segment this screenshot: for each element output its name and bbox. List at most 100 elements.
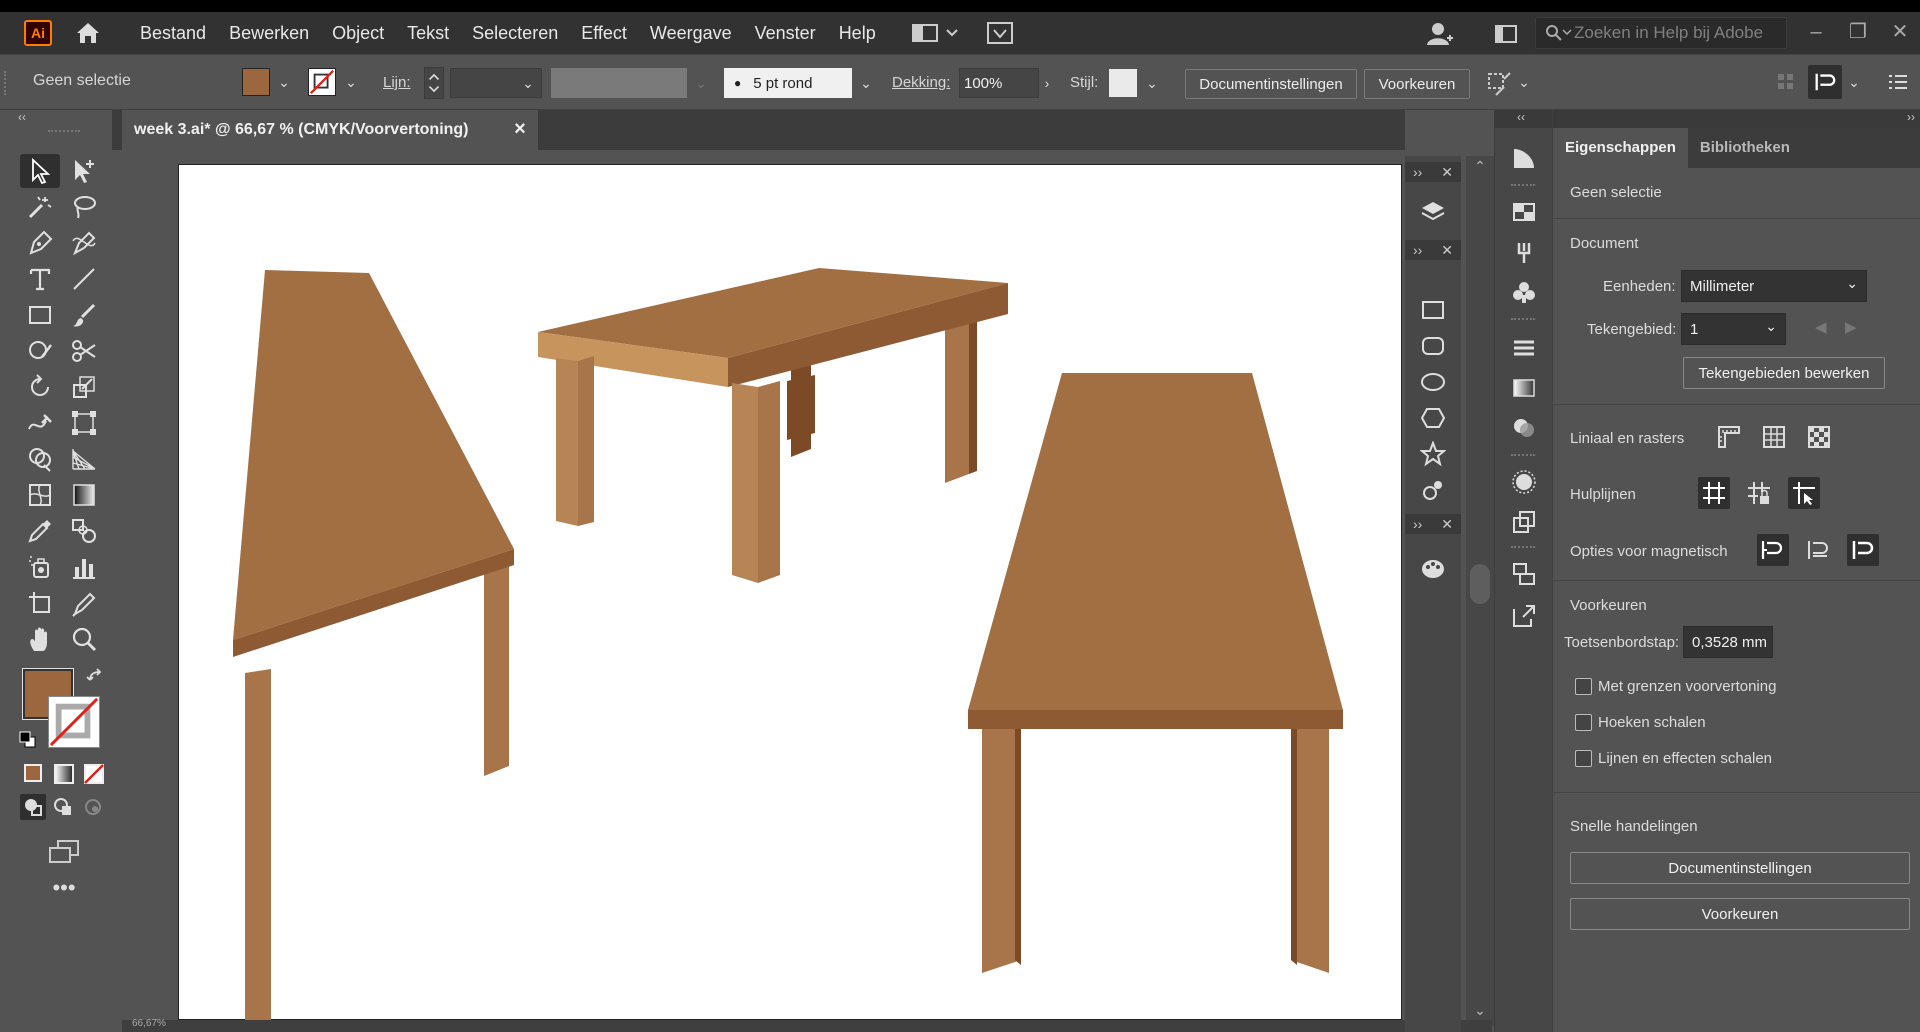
column-graph-tool[interactable] <box>64 550 104 584</box>
layers-panel-icon[interactable] <box>1417 196 1449 228</box>
strip-group-header-1[interactable]: ›› ✕ <box>1405 162 1461 182</box>
swap-fill-stroke-icon[interactable] <box>86 668 106 688</box>
free-transform-tool[interactable] <box>64 406 104 440</box>
export-panel-icon[interactable] <box>1508 600 1540 632</box>
expand-icon[interactable]: ›› <box>1413 242 1422 258</box>
align-options-icon[interactable] <box>1484 69 1514 97</box>
menu-venster[interactable]: Venster <box>755 23 816 44</box>
scale-corners-checkbox[interactable] <box>1575 714 1592 731</box>
menu-selecteren[interactable]: Selecteren <box>472 23 558 44</box>
workspace-switcher[interactable] <box>911 19 965 47</box>
stroke-panel-icon[interactable] <box>1508 332 1540 364</box>
strip-group-header-3[interactable]: ›› ✕ <box>1405 514 1461 534</box>
brush-definition-field[interactable]: ● 5 pt rond <box>724 68 852 98</box>
snap-to-pixel-icon[interactable] <box>1808 65 1842 99</box>
transparency-grid-icon[interactable] <box>1803 421 1835 453</box>
direct-selection-tool[interactable] <box>64 154 104 188</box>
shape-rectangle-icon[interactable] <box>1417 294 1449 326</box>
snap-to-point-icon[interactable] <box>1757 534 1789 566</box>
snap-to-pixel-icon[interactable] <box>1847 534 1879 566</box>
previous-artboard-icon[interactable]: ◀ <box>1815 318 1827 336</box>
eyedropper-tool[interactable] <box>20 514 60 548</box>
zoom-tool[interactable] <box>64 622 104 656</box>
paintbrush-tool[interactable] <box>64 298 104 332</box>
magic-wand-tool[interactable] <box>20 190 60 224</box>
quick-preferences-button[interactable]: Voorkeuren <box>1570 898 1910 930</box>
warp-tool[interactable] <box>20 406 60 440</box>
menu-effect[interactable]: Effect <box>581 23 627 44</box>
shape-polygon-icon[interactable] <box>1417 402 1449 434</box>
graphic-styles-panel-icon[interactable] <box>1508 506 1540 538</box>
collapse-strip-icon[interactable]: ‹‹ <box>1495 110 1553 128</box>
appearance-panel-icon[interactable] <box>1508 466 1540 498</box>
edit-artboards-button[interactable]: Tekengebieden bewerken <box>1683 357 1885 389</box>
panel-toggle-icon[interactable] <box>1494 23 1518 45</box>
minimize-icon[interactable]: – <box>1802 18 1830 46</box>
symbol-sprayer-tool[interactable] <box>20 550 60 584</box>
collapse-tools-icon[interactable]: ‹‹ <box>18 110 108 126</box>
shape-flare-icon[interactable] <box>1417 474 1449 506</box>
color-guide-panel-icon[interactable] <box>1417 552 1449 584</box>
document-settings-button[interactable]: Documentinstellingen <box>1185 69 1357 99</box>
stroke-swatch[interactable] <box>308 68 336 96</box>
blend-tool[interactable] <box>64 514 104 548</box>
zoom-status[interactable]: 66,67% <box>132 1018 166 1029</box>
close-panel-icon[interactable]: ✕ <box>1441 242 1453 259</box>
units-select[interactable]: Millimeter ⌄ <box>1681 270 1867 302</box>
stroke-weight-chevron-icon[interactable]: ⌄ <box>519 69 537 97</box>
show-guides-icon[interactable] <box>1698 477 1730 509</box>
close-icon[interactable]: ✕ <box>1886 18 1914 46</box>
tools-grip[interactable] <box>48 130 80 134</box>
close-panel-icon[interactable]: ✕ <box>1441 516 1453 533</box>
ruler-icon[interactable] <box>1713 421 1745 453</box>
restore-icon[interactable]: ❐ <box>1844 18 1872 46</box>
preferences-button[interactable]: Voorkeuren <box>1364 69 1470 99</box>
align-panel-icon[interactable] <box>1508 558 1540 590</box>
menu-object[interactable]: Object <box>332 23 384 44</box>
none-mode-button[interactable] <box>84 764 104 784</box>
left-table[interactable] <box>233 270 514 1030</box>
color-mode-button[interactable] <box>24 764 44 784</box>
tab-eigenschappen[interactable]: Eigenschappen <box>1553 128 1688 168</box>
next-artboard-icon[interactable]: ▶ <box>1845 318 1857 336</box>
smart-guides-icon[interactable] <box>1788 477 1820 509</box>
close-tab-icon[interactable]: × <box>510 119 530 139</box>
style-chevron-icon[interactable]: ⌄ <box>1143 69 1161 97</box>
properties-panel-icon[interactable] <box>1508 142 1540 174</box>
menu-tekst[interactable]: Tekst <box>407 23 449 44</box>
shape-builder-tool[interactable] <box>20 442 60 476</box>
hand-tool[interactable] <box>20 622 60 656</box>
gradient-panel-icon[interactable] <box>1508 372 1540 404</box>
fill-dropdown-chevron-icon[interactable]: ⌄ <box>275 68 293 96</box>
artboard-tool[interactable] <box>20 586 60 620</box>
stroke-dropdown-chevron-icon[interactable]: ⌄ <box>342 68 360 96</box>
menu-help[interactable]: Help <box>839 23 876 44</box>
strip-group-header-2[interactable]: ›› ✕ <box>1405 240 1461 260</box>
artboard[interactable] <box>178 164 1402 1030</box>
collapse-panel-icon[interactable]: ›› <box>1907 110 1915 124</box>
draw-normal-icon[interactable] <box>20 794 46 820</box>
middle-table[interactable] <box>538 268 1008 583</box>
keyboard-increment-field[interactable]: 0,3528 mm <box>1683 626 1773 658</box>
expand-icon[interactable]: ›› <box>1413 516 1422 532</box>
lock-guides-icon[interactable] <box>1743 477 1775 509</box>
draw-behind-icon[interactable] <box>50 794 76 820</box>
align-chevron-icon[interactable]: ⌄ <box>1515 68 1533 96</box>
artboard-select[interactable]: 1 ⌄ <box>1681 313 1786 345</box>
draw-inside-icon[interactable] <box>80 794 106 820</box>
panel-grid-icon[interactable] <box>1776 70 1796 94</box>
fill-swatch[interactable] <box>242 68 270 96</box>
gradient-mode-button[interactable] <box>54 764 74 784</box>
help-search-input[interactable]: Zoeken in Help bij Adobe <box>1535 17 1787 49</box>
mesh-tool[interactable] <box>20 478 60 512</box>
opacity-field[interactable]: 100% <box>959 68 1039 98</box>
menu-bestand[interactable]: Bestand <box>140 23 206 44</box>
curvature-tool[interactable] <box>64 226 104 260</box>
symbols-panel-icon[interactable] <box>1508 276 1540 308</box>
snap-chevron-icon[interactable]: ⌄ <box>1845 68 1863 96</box>
screen-mode-icon[interactable] <box>46 838 82 866</box>
shaper-tool[interactable] <box>20 334 60 368</box>
control-bar-grip[interactable] <box>4 71 10 95</box>
rotate-tool[interactable] <box>20 370 60 404</box>
preview-bounds-checkbox[interactable] <box>1575 678 1592 695</box>
